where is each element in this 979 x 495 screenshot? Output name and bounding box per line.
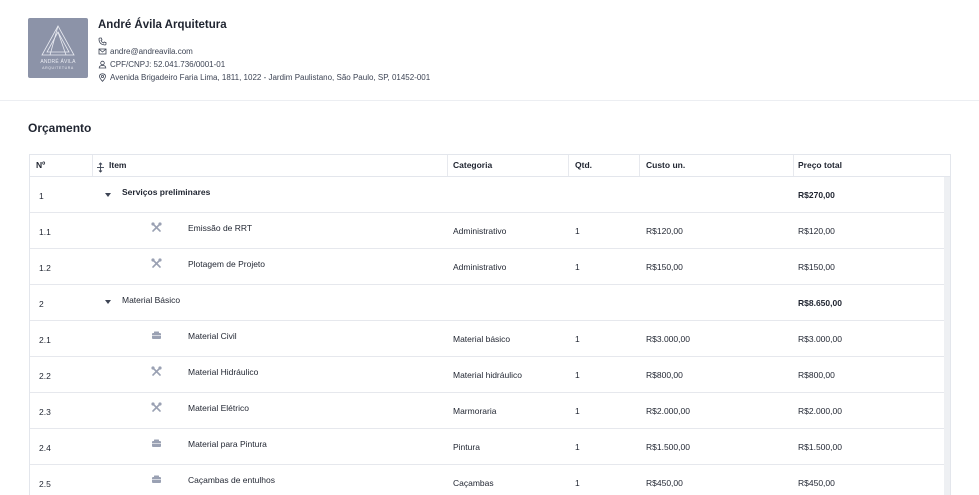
chevron-down-icon[interactable] [104, 299, 112, 305]
row-item: Plotagem de Projeto [188, 259, 266, 269]
row-total: R$3.000,00 [798, 334, 842, 344]
header-num[interactable]: Nº [36, 155, 45, 176]
row-item: Material para Pintura [188, 439, 267, 449]
header-category[interactable]: Categoria [453, 155, 492, 176]
company-name: André Ávila Arquitetura [98, 19, 227, 31]
row-total: R$450,00 [798, 478, 835, 488]
row-category: Caçambas [453, 478, 494, 488]
section-title: Orçamento [28, 121, 92, 135]
row-qty: 1 [575, 406, 580, 416]
location-pin-icon [98, 72, 107, 82]
row-unit-cost: R$450,00 [646, 478, 683, 488]
row-total: R$1.500,00 [798, 442, 842, 452]
row-category: Administrativo [453, 226, 507, 236]
row-total: R$800,00 [798, 370, 835, 380]
row-num: 1 [39, 191, 44, 201]
row-num: 2.1 [39, 335, 51, 345]
row-unit-cost: R$2.000,00 [646, 406, 690, 416]
table-row-group[interactable]: 1 Serviços preliminares R$270,00 [30, 177, 944, 213]
row-item: Material Hidráulico [188, 367, 259, 377]
row-num: 2.5 [39, 479, 51, 489]
table-header: Nº Item Categoria Qtd. Custo un. Preço t… [30, 155, 950, 177]
row-num: 2.2 [39, 371, 51, 381]
row-num: 2 [39, 299, 44, 309]
table-row-group[interactable]: 2 Material Básico R$8.650,00 [30, 285, 944, 321]
row-total: R$8.650,00 [798, 298, 842, 308]
row-category: Material básico [453, 334, 511, 344]
mail-icon [98, 47, 107, 56]
company-header: ANDRÉ ÁVILA ARQUITETURA André Ávila Arqu… [0, 0, 979, 101]
table-row[interactable]: 2.3 Material Elétrico Marmoraria 1 R$2.0… [30, 393, 944, 429]
tools-icon [151, 258, 162, 268]
row-item: Emissão de RRT [188, 223, 253, 233]
table-scrollbar[interactable] [944, 177, 950, 495]
row-total: R$270,00 [798, 190, 835, 200]
row-unit-cost: R$150,00 [646, 262, 683, 272]
row-category: Pintura [453, 442, 480, 452]
company-logo: ANDRÉ ÁVILA ARQUITETURA [28, 18, 88, 78]
address-value: Avenida Brigadeiro Faria Lima, 1811, 102… [110, 72, 431, 82]
table-row[interactable]: 2.4 Material para Pintura Pintura 1 R$1.… [30, 429, 944, 465]
table-row[interactable]: 2.5 Caçambas de entulhos Caçambas 1 R$45… [30, 465, 944, 495]
row-item: Material Básico [122, 295, 181, 305]
header-qty[interactable]: Qtd. [575, 155, 592, 176]
row-item: Material Civil [188, 331, 237, 341]
tools-icon [151, 222, 162, 232]
chevron-down-icon[interactable] [104, 192, 112, 198]
header-item[interactable]: Item [109, 155, 126, 176]
row-category: Marmoraria [453, 406, 497, 416]
email-line: andre@andreavila.com [98, 45, 193, 57]
row-unit-cost: R$1.500,00 [646, 442, 690, 452]
table-row[interactable]: 2.1 Material Civil Material básico 1 R$3… [30, 321, 944, 357]
row-num: 1.1 [39, 227, 51, 237]
row-num: 2.3 [39, 407, 51, 417]
email-value: andre@andreavila.com [110, 46, 193, 56]
logo-name: ANDRÉ ÁVILA [40, 59, 76, 65]
row-category: Administrativo [453, 262, 507, 272]
row-qty: 1 [575, 370, 580, 380]
table-row[interactable]: 1.1 Emissão de RRT Administrativo 1 R$12… [30, 213, 944, 249]
cpf-line: CPF/CNPJ: 52.041.736/0001-01 [98, 58, 225, 70]
row-total: R$150,00 [798, 262, 835, 272]
user-icon [98, 60, 107, 69]
row-qty: 1 [575, 442, 580, 452]
table-row[interactable]: 1.2 Plotagem de Projeto Administrativo 1… [30, 249, 944, 285]
row-item: Material Elétrico [188, 403, 249, 413]
logo-subtitle: ARQUITETURA [42, 66, 74, 70]
row-qty: 1 [575, 478, 580, 488]
row-unit-cost: R$800,00 [646, 370, 683, 380]
budget-table: Nº Item Categoria Qtd. Custo un. Preço t… [29, 154, 951, 495]
header-total-price[interactable]: Preço total [798, 155, 842, 176]
cpf-cnpj-value: CPF/CNPJ: 52.041.736/0001-01 [110, 59, 226, 69]
drag-move-icon[interactable] [96, 160, 105, 173]
package-icon [152, 439, 161, 447]
table-row[interactable]: 2.2 Material Hidráulico Material hidrául… [30, 357, 944, 393]
header-unit-cost[interactable]: Custo un. [646, 155, 685, 176]
row-unit-cost: R$120,00 [646, 226, 683, 236]
row-item: Serviços preliminares [122, 187, 211, 197]
row-qty: 1 [575, 334, 580, 344]
row-category: Material hidráulico [453, 370, 522, 380]
row-num: 1.2 [39, 263, 51, 273]
tools-icon [151, 402, 162, 412]
row-num: 2.4 [39, 443, 51, 453]
row-unit-cost: R$3.000,00 [646, 334, 690, 344]
tools-icon [151, 366, 162, 376]
address-line: Avenida Brigadeiro Faria Lima, 1811, 102… [98, 71, 430, 83]
row-total: R$2.000,00 [798, 406, 842, 416]
row-item: Caçambas de entulhos [188, 475, 275, 485]
row-qty: 1 [575, 226, 580, 236]
row-total: R$120,00 [798, 226, 835, 236]
package-icon [152, 475, 161, 483]
package-icon [152, 331, 161, 339]
row-qty: 1 [575, 262, 580, 272]
